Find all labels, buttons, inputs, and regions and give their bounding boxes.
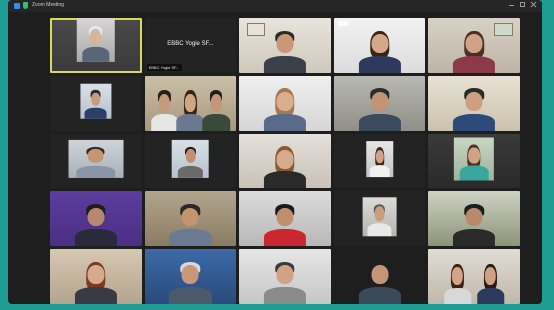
participant-video [76, 18, 116, 62]
participant-tile[interactable] [239, 18, 331, 73]
participant-figure [176, 88, 205, 131]
participant-figure [358, 28, 401, 73]
participant-name: EBBC Yogie SF... [146, 63, 182, 71]
participant-tile[interactable]: EBBC Yogie SF... EBBC Yogie SF... [144, 18, 237, 73]
close-icon[interactable] [531, 2, 536, 7]
participant-figure [151, 88, 179, 131]
participant-figure [263, 201, 307, 247]
participant-figure [84, 88, 107, 119]
window-controls [509, 2, 536, 7]
wall-frame [246, 23, 265, 37]
participant-figure [74, 201, 117, 247]
minimize-icon[interactable] [509, 5, 514, 6]
participant-figure [177, 145, 204, 179]
participant-figure [263, 28, 307, 73]
title-bar: Zoom Meeting [8, 0, 542, 12]
participant-video [362, 197, 397, 237]
participant-tile[interactable] [239, 75, 331, 131]
gallery-grid: EBBC Yogie SF... EBBC Yogie SF... [50, 18, 520, 304]
participant-tile[interactable] [50, 18, 142, 73]
participant-figure [263, 86, 307, 131]
participant-figure [453, 201, 496, 247]
participant-tile[interactable] [239, 133, 331, 189]
participant-tile[interactable] [428, 75, 520, 131]
participant-tile[interactable] [50, 75, 142, 131]
logo-badge [337, 21, 348, 26]
participant-figure [76, 145, 116, 179]
participant-tile[interactable] [239, 191, 331, 247]
participant-figure [82, 23, 110, 62]
participant-tile[interactable] [144, 191, 237, 247]
participant-video [80, 83, 112, 119]
participant-tile[interactable] [333, 191, 426, 247]
participant-tile[interactable] [144, 133, 237, 189]
participant-figure [358, 86, 401, 131]
participant-figure [169, 201, 212, 247]
participant-tile[interactable] [333, 133, 426, 189]
participant-tile[interactable] [144, 75, 237, 131]
participant-tile[interactable] [428, 249, 520, 304]
participant-figure [367, 202, 392, 237]
participant-video [454, 137, 495, 181]
participant-figure [202, 88, 230, 131]
participant-tile[interactable] [239, 249, 331, 304]
participant-tile[interactable] [50, 249, 142, 304]
participant-figure [74, 259, 117, 304]
participant-figure [263, 143, 307, 189]
participant-video [365, 141, 394, 178]
zoom-window: Zoom Meeting EBBC Yogie SF... EBBC Yogie… [8, 0, 542, 304]
participant-tile[interactable] [428, 18, 520, 73]
participant-figure [453, 86, 496, 131]
participant-tile[interactable] [333, 75, 426, 131]
participant-figure [263, 259, 307, 304]
participant-tile[interactable] [334, 249, 426, 304]
participant-figure [358, 259, 401, 304]
participant-figure [460, 143, 489, 181]
participant-tile[interactable] [428, 191, 520, 247]
participant-figure [453, 28, 496, 73]
participant-tile[interactable] [50, 191, 142, 247]
participant-figure [169, 259, 212, 304]
participant-display-name: EBBC Yogie SF... [167, 41, 214, 47]
participant-tile[interactable] [428, 133, 520, 189]
encryption-shield-icon[interactable] [23, 2, 28, 9]
participant-figure [369, 145, 390, 178]
window-title: Zoom Meeting [32, 2, 64, 8]
participant-tile[interactable] [144, 249, 237, 304]
participant-figure [476, 261, 505, 304]
participant-tile[interactable] [50, 133, 142, 189]
wall-frame [494, 23, 513, 37]
maximize-icon[interactable] [520, 2, 525, 7]
participant-video [68, 139, 124, 179]
participant-figure [443, 261, 472, 304]
zoom-app-icon [14, 3, 20, 9]
participant-video [172, 139, 209, 179]
participant-tile[interactable] [333, 18, 426, 73]
